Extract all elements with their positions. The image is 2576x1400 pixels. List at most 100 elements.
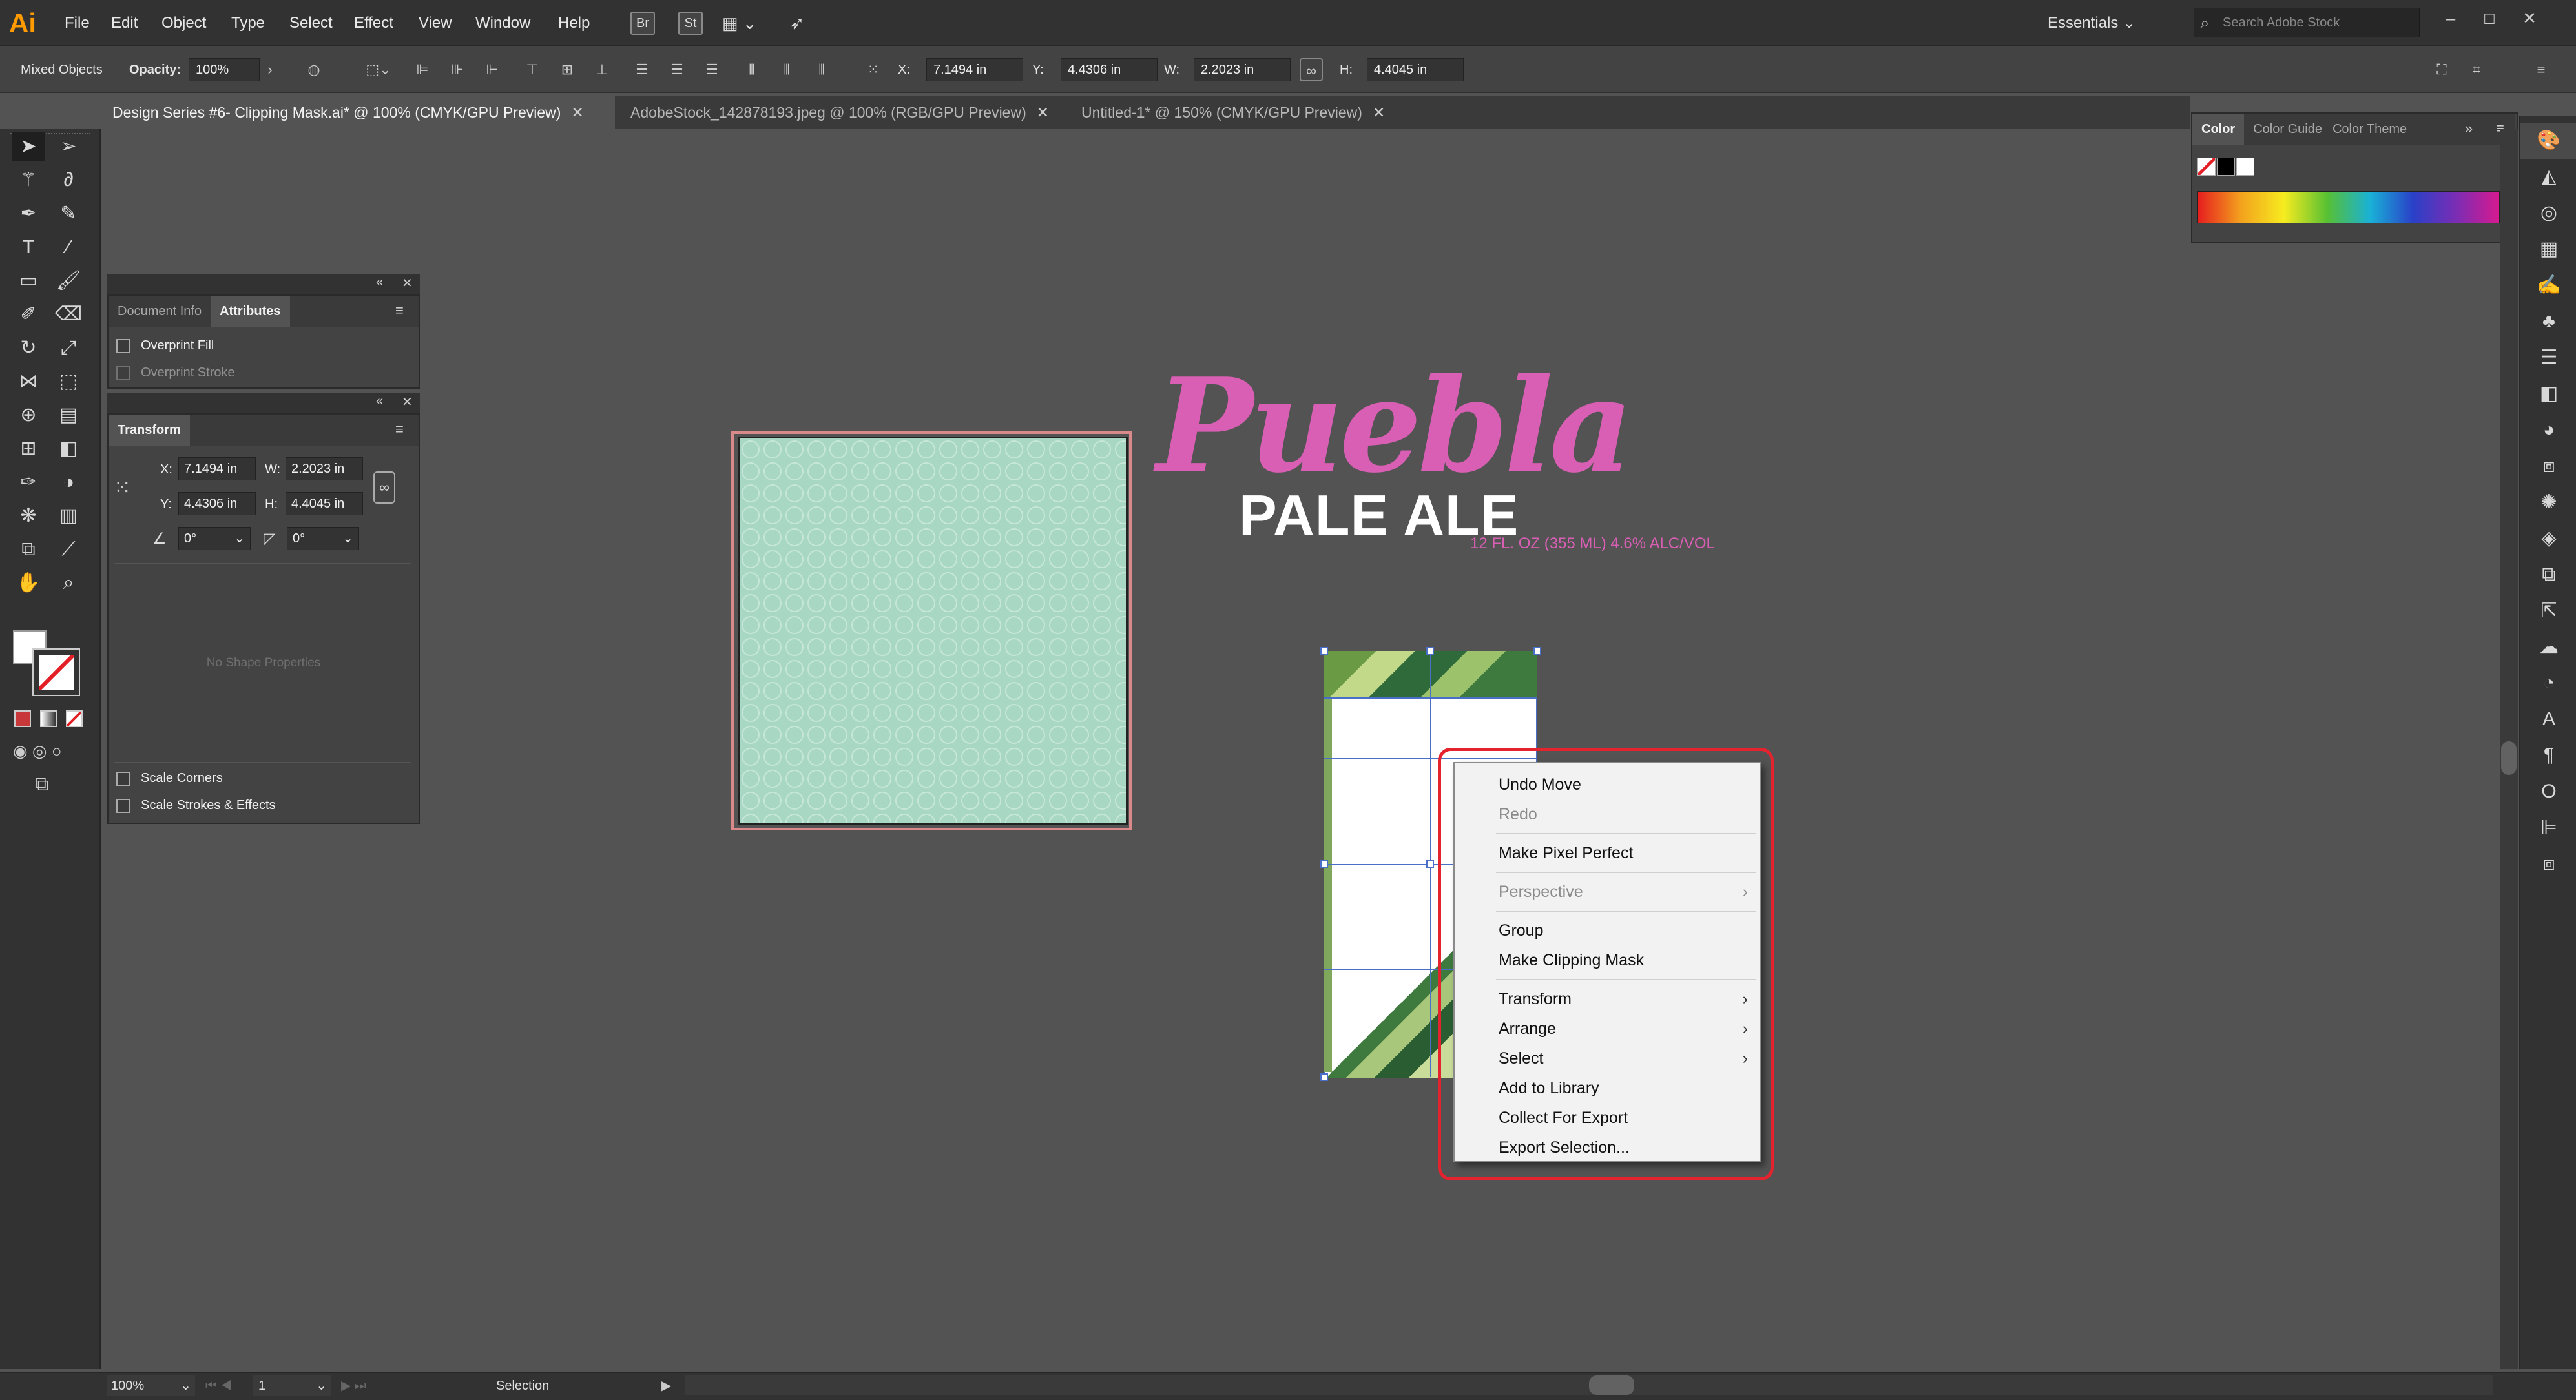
symbols-icon[interactable]: ♣ [2520,304,2576,340]
distribute-hcenter-icon[interactable]: ⦀ [775,58,798,81]
opacity-field[interactable]: 100% [189,58,260,81]
menu-select[interactable]: Select [289,0,333,46]
slice-tool-icon[interactable]: ⟋ [52,535,85,564]
menu-item-undo-move[interactable]: Undo Move [1455,770,1760,799]
h-field[interactable]: 4.4045 in [1367,58,1464,81]
menu-type[interactable]: Type [231,0,265,46]
selection-handle[interactable] [1426,647,1434,655]
selection-handle[interactable] [1426,860,1434,868]
menu-edit[interactable]: Edit [111,0,138,46]
artboard-nav-prev-icon[interactable]: ⏮ ◀ [205,1375,232,1396]
paragraph-icon[interactable]: ¶ [2520,737,2576,774]
menu-item-make-clipping-mask[interactable]: Make Clipping Mask [1455,945,1760,975]
close-icon[interactable]: ✕ [2517,5,2542,31]
workspace-switcher[interactable]: Essentials ⌄ [2048,9,2164,37]
pen-tool-icon[interactable]: ✒ [12,199,45,229]
color-panel-icon[interactable]: 🎨 [2520,123,2576,159]
align-hcenter-icon[interactable]: ⊪ [446,58,469,81]
align-right-icon[interactable]: ⊩ [481,58,504,81]
control-bar-options-icon[interactable]: ⌗ [2465,58,2488,81]
screen-mode-icon[interactable]: ⧉ [35,774,48,796]
menu-item-export-selection[interactable]: Export Selection... [1455,1133,1760,1162]
pathfinder-icon[interactable]: ⧈ [2520,846,2576,882]
align-top-icon[interactable]: ⊤ [521,58,544,81]
transparency-icon[interactable]: ◕ [2520,412,2576,448]
graphic-styles-icon[interactable]: ✺ [2520,484,2576,520]
expand-icon[interactable]: » [2465,120,2473,137]
align-vcenter-icon[interactable]: ⊞ [556,58,579,81]
transform-panel-titlebar[interactable] [107,393,420,413]
minimize-icon[interactable]: – [2438,5,2464,31]
transform-w-field[interactable]: 2.2023 in [286,457,363,480]
w-field[interactable]: 2.2023 in [1194,58,1291,81]
shape-builder-tool-icon[interactable]: ⊕ [12,400,45,430]
symbol-sprayer-tool-icon[interactable]: ❋ [12,501,45,531]
close-icon[interactable]: ✕ [402,394,413,410]
menu-item-select[interactable]: Select › [1455,1044,1760,1073]
draw-normal-icon[interactable]: ◉ ◎ ○ [13,741,62,761]
menu-object[interactable]: Object [161,0,206,46]
tab-color[interactable]: Color [2192,114,2245,145]
transform-y-field[interactable]: 4.4306 in [178,492,256,515]
scale-strokes-checkbox[interactable] [116,798,130,813]
tab-transform[interactable]: Transform [109,415,190,446]
layers-icon[interactable]: ◈ [2520,520,2576,557]
panel-menu-icon[interactable]: ≡ [395,302,404,319]
stroke-icon[interactable]: ☰ [2520,340,2576,376]
align-to-selection-icon[interactable]: ⬚⌄ [359,58,398,81]
align-icon[interactable]: ⊫ [2520,810,2576,846]
tab-color-theme[interactable]: Color Theme [2331,114,2416,145]
panel-menu-icon[interactable]: ≡ [395,421,404,438]
width-tool-icon[interactable]: ⋈ [12,367,45,396]
artboard-select[interactable]: 1 ⌄ [253,1375,331,1396]
menu-item-arrange[interactable]: Arrange › [1455,1014,1760,1044]
eyedropper-tool-icon[interactable]: ✑ [12,468,45,497]
curvature-tool-icon[interactable]: ✎ [52,199,85,229]
menu-help[interactable]: Help [558,0,590,46]
bridge-icon[interactable]: Br [630,12,655,35]
selection-handle[interactable] [1533,647,1541,655]
overprint-fill-checkbox[interactable] [116,338,130,353]
selection-tool-icon[interactable]: ➤ [12,132,45,161]
menu-item-redo[interactable]: Redo [1455,799,1760,829]
distribute-left-icon[interactable]: ⦀ [740,58,763,81]
color-spectrum[interactable] [2197,191,2500,223]
menu-item-add-to-library[interactable]: Add to Library [1455,1073,1760,1103]
scale-corners-checkbox[interactable] [116,771,130,786]
zoom-tool-icon[interactable]: ⌕ [52,568,85,598]
stock-icon[interactable]: St [678,12,703,35]
perspective-grid-tool-icon[interactable]: ▤ [52,400,85,430]
shaper-tool-icon[interactable]: ✐ [12,300,45,329]
magic-wand-tool-icon[interactable]: ⚚ [12,165,45,195]
rotate-field[interactable]: 0° ⌄ [178,527,251,550]
artboard-tool-icon[interactable]: ⧉ [12,535,45,564]
puebla-title[interactable]: Puebla [1156,362,1633,491]
isolate-icon[interactable]: ⛶ [2430,58,2453,81]
menu-file[interactable]: File [65,0,90,46]
tab-attributes[interactable]: Attributes [211,296,290,327]
menu-item-collect-for-export[interactable]: Collect For Export [1455,1103,1760,1133]
tab-document-info[interactable]: Document Info [109,296,211,327]
distribute-vcenter-icon[interactable]: ☰ [665,58,689,81]
menu-item-group[interactable]: Group [1455,916,1760,945]
gradient-tool-icon[interactable]: ◧ [52,434,85,464]
close-icon[interactable]: ✕ [402,275,413,291]
zoom-select[interactable]: 100% ⌄ [107,1375,195,1396]
collapse-icon[interactable]: « [376,394,383,409]
collapse-icon[interactable]: « [376,275,383,290]
shear-field[interactable]: 0° ⌄ [287,527,359,550]
line-tool-icon[interactable]: ∕ [52,232,85,262]
overprint-stroke-checkbox[interactable] [116,365,130,380]
tab-color-guide[interactable]: Color Guide [2244,114,2331,145]
color-guide-icon[interactable]: ◭ [2520,159,2576,195]
color-mode-icon[interactable] [14,710,31,727]
menu-item-make-pixel-perfect[interactable]: Make Pixel Perfect [1455,838,1760,868]
tab-untitled[interactable]: Untitled-1* @ 150% (CMYK/GPU Preview) ✕ [1072,96,1421,129]
rotate-tool-icon[interactable]: ↻ [12,333,45,363]
libraries-icon[interactable]: ☁ [2520,629,2576,665]
color-themes-icon[interactable]: ◎ [2520,195,2576,231]
opentype-icon[interactable]: O [2520,774,2576,810]
menu-view[interactable]: View [419,0,452,46]
gradient-mode-icon[interactable] [40,710,57,727]
gradient-icon[interactable]: ◧ [2520,376,2576,412]
